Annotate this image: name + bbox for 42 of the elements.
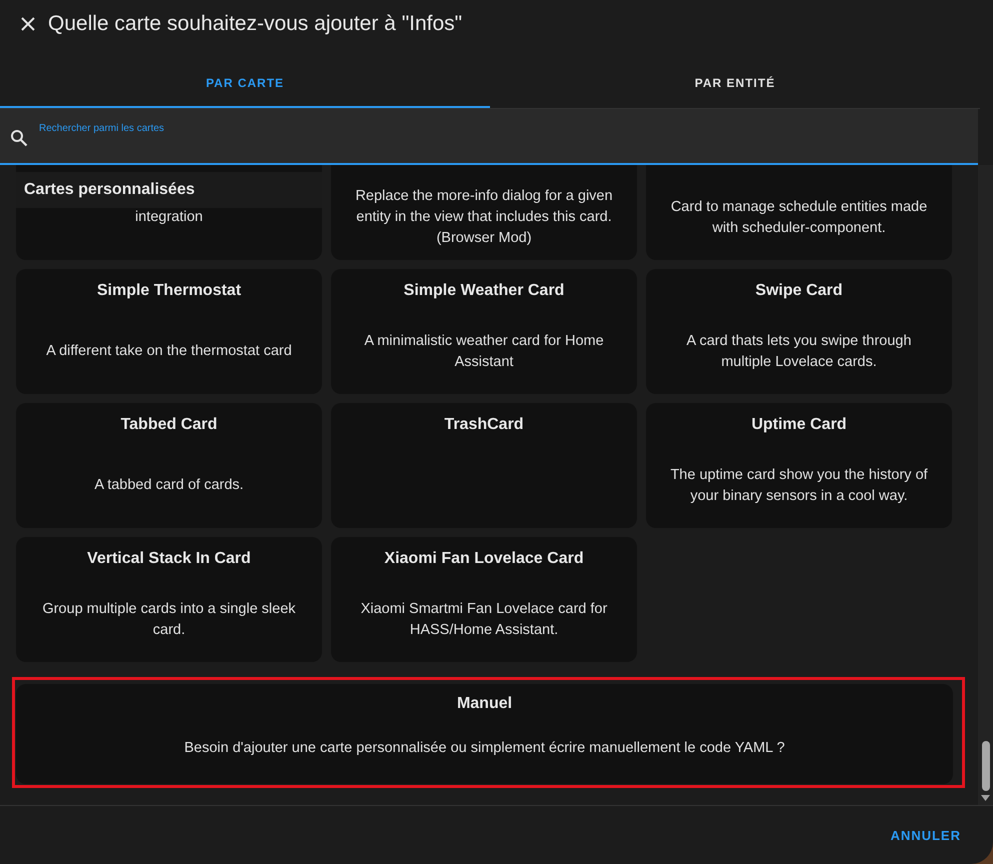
search-icon <box>10 129 28 147</box>
cancel-button[interactable]: ANNULER <box>882 820 969 850</box>
card-description: Replace the more-info dialog for a given entity in the view that includes this card. (Browser Mod) <box>354 187 614 248</box>
card-title: TrashCard <box>444 415 524 435</box>
card-title: Tabbed Card <box>120 415 218 435</box>
section-header: Cartes personnalisées <box>24 181 195 199</box>
card-description: The uptime card show you the history of your binary sensors in a cool way. <box>669 466 929 506</box>
card-title: Simple Weather Card <box>404 281 564 301</box>
search-field[interactable]: Rechercher parmi les cartes <box>0 109 978 165</box>
card-description: A minimalistic weather card for Home Assistant <box>363 332 605 372</box>
card[interactable]: Vertical Stack In Card Group multiple cards into a single sleek card. <box>16 537 322 662</box>
card-title: Simple Thermostat <box>96 281 242 301</box>
card-description: integration <box>135 208 203 227</box>
dialog-title: Quelle carte souhaitez-vous ajouter à "Infos" <box>48 12 462 36</box>
card[interactable]: Swipe Card A card thats lets you swipe through multiple Lovelace cards. <box>646 269 952 394</box>
card[interactable]: TrashCard <box>331 403 637 528</box>
tab[interactable]: PAR ENTITÉ <box>490 48 980 108</box>
scrollbar[interactable] <box>978 165 993 805</box>
scrollbar-thumb[interactable] <box>982 741 990 791</box>
card[interactable]: Simple Thermostat A different take on the thermostat card <box>16 269 322 394</box>
card-description: Group multiple cards into a single sleek card. <box>41 600 297 640</box>
card-title: Manuel <box>456 694 512 714</box>
card[interactable]: Manuel Besoin d'ajouter une carte personnalisée ou simplement écrire manuellement le code YAML ? <box>16 684 953 784</box>
close-icon[interactable] <box>20 16 36 32</box>
card[interactable]: Card to manage schedule entities made with scheduler-component. <box>646 165 952 260</box>
card-description: A different take on the thermostat card <box>46 342 292 361</box>
card-title: Swipe Card <box>755 281 843 301</box>
card-description: A tabbed card of cards. <box>94 476 244 495</box>
card-title: Xiaomi Fan Lovelace Card <box>384 549 584 569</box>
card[interactable]: Tabbed Card A tabbed card of cards. <box>16 403 322 528</box>
card-description: Besoin d'ajouter une carte personnalisée ou simplement écrire manuellement le code YAML ? <box>184 738 785 758</box>
search-label: Rechercher parmi les cartes <box>39 123 164 134</box>
card[interactable]: Xiaomi Fan Lovelace Card Xiaomi Smartmi Fan Lovelace card for HASS/Home Assistant. <box>331 537 637 662</box>
card[interactable]: Replace the more-info dialog for a given entity in the view that includes this card. (Browser Mod) <box>331 165 637 260</box>
card-description: Xiaomi Smartmi Fan Lovelace card for HASS/Home Assistant. <box>360 600 608 640</box>
card[interactable]: Uptime Card The uptime card show you the history of your binary sensors in a cool way. <box>646 403 952 528</box>
card-title: Vertical Stack In Card <box>87 549 251 569</box>
card-description: A card thats lets you swipe through multiple Lovelace cards. <box>686 332 912 372</box>
card-description: Card to manage schedule entities made with scheduler-component. <box>670 198 928 238</box>
scroll-down-icon[interactable] <box>981 795 990 801</box>
card-title: Uptime Card <box>751 415 847 435</box>
card[interactable]: Simple Weather Card A minimalistic weather card for Home Assistant <box>331 269 637 394</box>
